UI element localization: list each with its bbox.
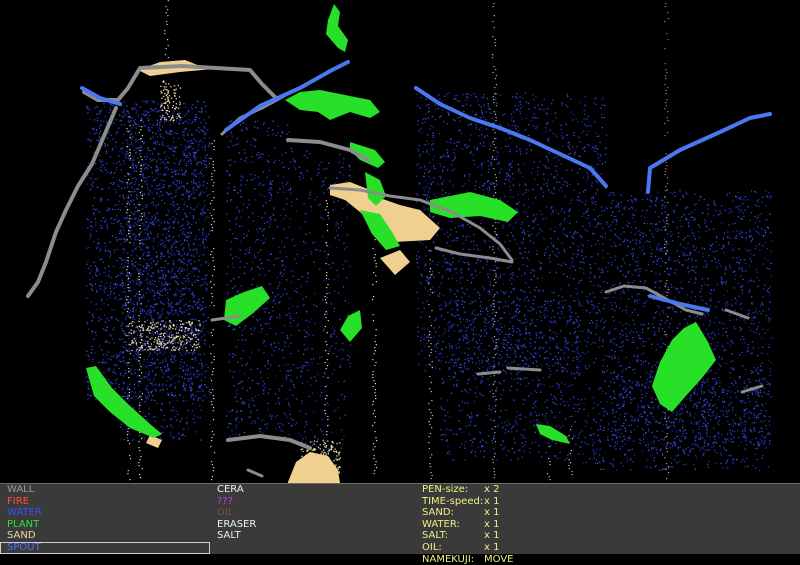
stat-value: x 1 — [484, 507, 500, 519]
wall-stub-mid — [476, 370, 502, 376]
settings-status: PEN-size: x 2 TIME-speed: x 1 SAND: x 1 WATER:… — [420, 484, 800, 565]
stat-water: WATER: x 1 — [420, 519, 800, 531]
wall-ledge-lower — [506, 366, 542, 372]
stat-oil: OIL: x 1 — [420, 542, 800, 554]
simulation-scene[interactable] — [0, 0, 800, 483]
control-panel: WALL FIRE WATER PLANT SAND SPOUT CERA??? OIL ER… — [0, 483, 800, 565]
stat-pen-size: PEN-size: x 2 — [420, 484, 800, 496]
element-water-option[interactable]: WATER — [0, 507, 210, 519]
element-wall-option[interactable]: WALL — [0, 484, 210, 496]
stat-value: x 1 — [484, 518, 500, 530]
stat-value: x 1 — [484, 530, 500, 542]
stat-label: NAMEKUJI: — [422, 553, 475, 565]
element-sand-option[interactable]: SAND — [0, 530, 210, 542]
stat-label: PEN-size: — [422, 484, 469, 495]
element-list-left: WALL FIRE WATER PLANT SAND SPOUT — [0, 484, 210, 554]
stat-sand: SAND: x 1 — [420, 507, 800, 519]
element-cera-option[interactable]: CERA — [210, 484, 410, 496]
stat-label: TIME-speed: — [422, 495, 484, 507]
element-unknown-option[interactable]: ??? — [210, 496, 410, 508]
element-plant-option[interactable]: PLANT — [0, 519, 210, 531]
stat-label: SALT: — [422, 530, 448, 542]
stat-label: OIL: — [422, 541, 442, 553]
simulation-canvas[interactable] — [0, 0, 800, 483]
element-fire-option[interactable]: FIRE — [0, 496, 210, 508]
element-oil-option[interactable]: OIL — [210, 507, 410, 519]
stat-label: WATER: — [422, 518, 460, 530]
element-list-right: CERA??? OIL ERASER SALT — [210, 484, 410, 542]
stat-time-speed: TIME-speed: x 1 — [420, 496, 800, 508]
element-spout-option[interactable]: SPOUT — [0, 541, 210, 554]
stat-value: MOVE — [484, 553, 514, 565]
stat-value: x 1 — [484, 495, 500, 507]
stat-namekuji: NAMEKUJI: MOVE — [420, 554, 800, 565]
stat-salt: SALT: x 1 — [420, 530, 800, 542]
stat-label: SAND: — [422, 507, 454, 519]
element-salt-option[interactable]: SALT — [210, 530, 410, 542]
element-eraser-option[interactable]: ERASER — [210, 519, 410, 531]
stat-value: x 1 — [484, 541, 500, 553]
stat-value: x 2 — [484, 484, 500, 495]
